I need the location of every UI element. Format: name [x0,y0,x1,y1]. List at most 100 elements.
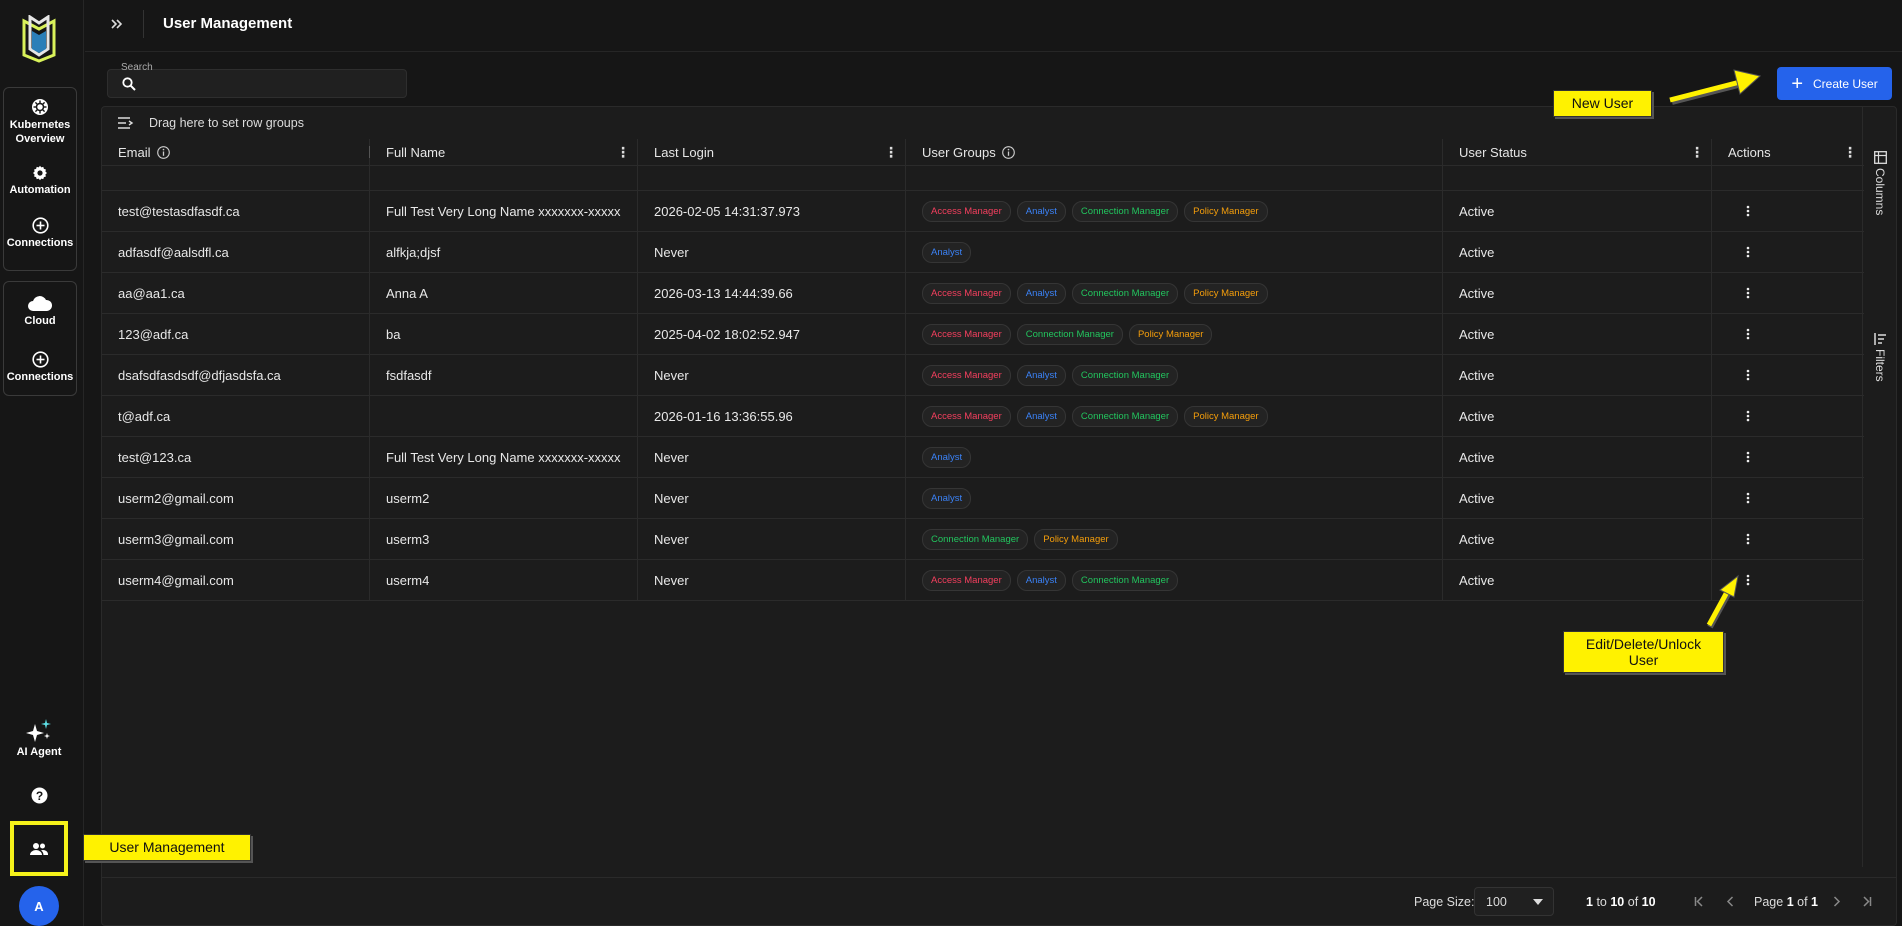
caret-down-icon [1533,899,1543,905]
column-header-last-login[interactable]: Last Login ⋮ [638,139,906,165]
user-status-cell: Active [1443,519,1712,559]
user-groups-cell: Access Manager Analyst Connection Manager P… [906,273,1443,313]
previous-page-button[interactable] [1721,892,1739,910]
email-cell: adfasdf@aalsdfl.ca [102,232,370,272]
row-actions-menu-button[interactable] [1738,529,1758,549]
expand-sidebar-button[interactable] [107,14,127,34]
column-header-user-status[interactable]: User Status ⋮ [1443,139,1712,165]
row-actions-menu-button[interactable] [1738,447,1758,467]
table-row[interactable]: userm2@gmail.com userm2 Never Analyst Active [102,478,1864,519]
kebab-menu-icon [1746,492,1750,504]
full-name-cell: userm4 [370,560,638,600]
row-actions-menu-button[interactable] [1738,283,1758,303]
row-actions-menu-button[interactable] [1738,242,1758,262]
group-tag: Policy Manager [1184,405,1268,427]
group-tag: Policy Manager [1184,200,1268,222]
full-name-cell [370,396,638,436]
nav-item-cloud[interactable]: Cloud [4,282,76,340]
callout-arrow-icon [1669,69,1762,105]
first-page-button[interactable] [1690,892,1708,910]
column-menu-icon[interactable]: ⋮ [1690,144,1704,160]
kebab-menu-icon [1746,287,1750,299]
column-menu-icon[interactable]: ⋮ [1843,144,1857,160]
group-tag: Connection Manager [1071,282,1179,304]
info-icon[interactable] [1001,145,1015,159]
actions-cell [1712,396,1864,436]
email-cell-text: userm3@gmail.com [118,531,234,547]
nav-item-connections[interactable]: Connections [4,206,76,262]
column-menu-icon[interactable]: ⋮ [616,144,630,160]
row-actions-menu-button[interactable] [1738,365,1758,385]
user-status-cell: Active [1443,273,1712,313]
actions-cell [1712,191,1864,231]
kebab-menu-icon [1746,246,1750,258]
group-tag: Connection Manager [1071,200,1179,222]
group-tag: Access Manager [922,323,1011,345]
next-page-button[interactable] [1827,892,1845,910]
table-row[interactable]: userm4@gmail.com userm4 Never Access Manage… [102,560,1864,601]
create-user-button[interactable]: + Create User [1777,67,1892,100]
filter-cell[interactable] [1443,166,1712,190]
filter-cell[interactable] [370,166,638,190]
full-name-cell: Anna A [370,273,638,313]
nav-item-connections-cloud[interactable]: Connections [4,340,76,395]
table-row[interactable]: test@testasdfasdf.ca Full Test Very Long … [102,191,1864,232]
row-actions-menu-button[interactable] [1738,406,1758,426]
table-row[interactable]: dsafsdfasdsdf@dfjasdsfa.ca fsdfasdf Never A… [102,355,1864,396]
page-size-value: 100 [1486,894,1507,909]
callout-text: User Management [109,839,225,856]
actions-cell [1712,355,1864,395]
email-cell: aa@aa1.ca [102,273,370,313]
actions-cell [1712,232,1864,272]
filters-tab[interactable]: Filters [1869,333,1891,382]
plus-icon: + [1791,72,1803,95]
table-row[interactable]: test@123.ca Full Test Very Long Name xxxx… [102,437,1864,478]
row-actions-menu-button[interactable] [1738,324,1758,344]
filter-cell[interactable] [638,166,906,190]
column-header-user-groups[interactable]: User Groups [906,139,1443,165]
nav-item-ai-agent[interactable]: AI Agent [0,718,78,758]
table-row[interactable]: adfasdf@aalsdfl.ca alfkja;djsf Never Analys… [102,232,1864,273]
filter-cell[interactable] [1712,166,1864,190]
email-cell: userm4@gmail.com [102,560,370,600]
actions-cell [1712,314,1864,354]
email-cell-text: test@testasdfasdf.ca [118,203,240,219]
row-actions-menu-button[interactable] [1738,201,1758,221]
row-actions-menu-button[interactable] [1738,488,1758,508]
search-input[interactable] [142,74,397,94]
avatar[interactable]: A [19,886,59,926]
app-logo[interactable] [20,15,58,63]
table-row[interactable]: aa@aa1.ca Anna A 2026-03-13 14:44:39.66 Acc… [102,273,1864,314]
nav-group-cloud: Cloud Connections [3,281,77,396]
nav-item-kubernetes-overview[interactable]: Kubernetes Overview [4,88,76,156]
email-cell: test@testasdfasdf.ca [102,191,370,231]
column-header-full-name[interactable]: Full Name ⋮ [370,139,638,165]
search-field[interactable]: Search [107,62,407,98]
table-row[interactable]: userm3@gmail.com userm3 Never Connection Ma… [102,519,1864,560]
search-icon [122,77,136,91]
users-grid: Drag here to set row groups Email Full N… [101,106,1897,926]
column-header-actions[interactable]: Actions ⋮ [1712,139,1864,165]
page-size-select[interactable]: 100 [1474,887,1554,916]
table-row[interactable]: 123@adf.ca ba 2025-04-02 18:02:52.947 Acces… [102,314,1864,355]
gear-icon [33,165,47,181]
full-name-cell-text: fsdfasdf [386,367,432,383]
kebab-menu-icon [1746,451,1750,463]
column-header-email[interactable]: Email [102,139,370,165]
user-status-cell: Active [1443,191,1712,231]
table-row[interactable]: t@adf.ca 2026-01-16 13:36:55.96 Access Man… [102,396,1864,437]
filter-cell[interactable] [906,166,1443,190]
last-page-button[interactable] [1857,892,1875,910]
last-login-cell: 2026-01-16 13:36:55.96 [638,396,906,436]
nav-item-user-management[interactable] [10,821,68,876]
nav-item-automation[interactable]: Automation [4,156,76,206]
help-button[interactable]: ? [0,787,78,804]
filter-cell[interactable] [102,166,370,190]
helm-wheel-icon [32,99,48,116]
user-groups-cell: Access Manager Connection Manager Policy M… [906,314,1443,354]
info-icon[interactable] [156,145,170,159]
columns-tab[interactable]: Columns [1869,151,1891,215]
kebab-menu-icon [1746,328,1750,340]
user-groups-cell: Access Manager Analyst Connection Manager P… [906,191,1443,231]
column-menu-icon[interactable]: ⋮ [884,144,898,160]
